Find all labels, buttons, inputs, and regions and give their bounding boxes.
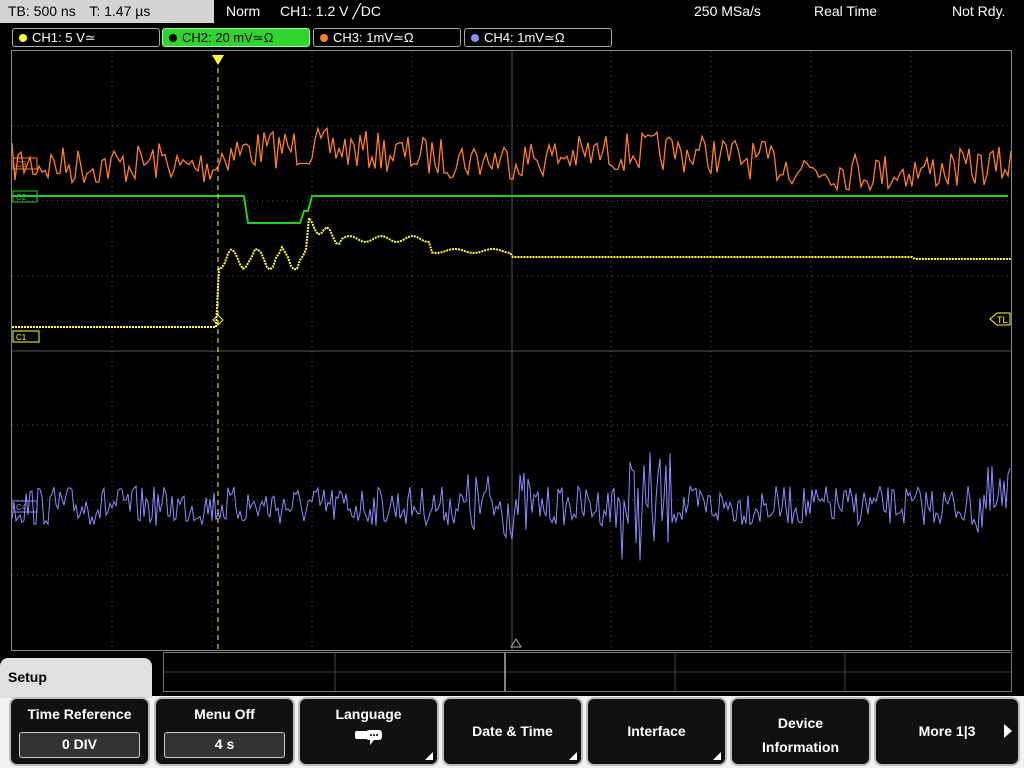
trigger-setting[interactable]: CH1: 1.2 V ╱DC [280, 0, 381, 23]
channel-3-marker-label: C3 [16, 160, 27, 169]
channel-4-dot-icon [471, 34, 479, 42]
device-information-label: Device Information [762, 715, 839, 755]
trigger-time: T: 1.47 µs [89, 3, 151, 19]
more-label: More 1|3 [918, 723, 976, 739]
status-bar: TB: 500 ns T: 1.47 µs Norm CH1: 1.2 V ╱D… [0, 0, 1024, 25]
date-time-softkey[interactable]: Date & Time [442, 697, 583, 766]
language-label: Language [335, 706, 402, 722]
time-reference-softkey[interactable]: Time Reference 0 DIV [9, 697, 150, 766]
timebase: TB: 500 ns [8, 3, 76, 19]
menu-title: Setup [0, 658, 152, 698]
time-reference-label: Time Reference [27, 706, 132, 722]
trigger-position-icon[interactable] [212, 55, 224, 65]
channel-3-dot-icon [320, 34, 328, 42]
overview-strip [163, 652, 1012, 692]
submenu-corner-icon [713, 752, 721, 760]
language-softkey[interactable]: Language [298, 697, 439, 766]
channel-1-tab[interactable]: CH1: 5 V≃ [12, 28, 160, 47]
channel-2-marker-label: C2 [16, 193, 27, 202]
channel-4-waveform [12, 452, 1011, 561]
trigger-level-marker[interactable]: TL [989, 312, 1011, 326]
device-information-softkey[interactable]: Device Information [730, 697, 871, 766]
date-time-label: Date & Time [472, 723, 553, 739]
time-reference-value: 0 DIV [19, 732, 140, 758]
channel-1-label: CH1: 5 V≃ [32, 30, 96, 45]
channel-1-marker-label: C1 [16, 333, 27, 342]
submenu-corner-icon [425, 752, 433, 760]
submenu-corner-icon [569, 752, 577, 760]
timebase-box[interactable]: TB: 500 ns T: 1.47 µs [0, 0, 214, 23]
channel-4-marker-label: C4 [16, 503, 27, 512]
waveform-display[interactable]: C3 C2 C1 C4 TL [11, 50, 1012, 651]
channel-3-tab[interactable]: CH3: 1mV≃Ω [313, 28, 461, 47]
grid [12, 51, 1011, 650]
interface-label: Interface [627, 723, 686, 739]
menu-off-softkey[interactable]: Menu Off 4 s [154, 697, 295, 766]
sample-rate: 250 MSa/s [694, 3, 761, 19]
channel-2-waveform [12, 195, 1008, 224]
interface-softkey[interactable]: Interface [586, 697, 727, 766]
channel-4-tab[interactable]: CH4: 1mV≃Ω [464, 28, 612, 47]
menu-off-label: Menu Off [194, 706, 255, 722]
channel-1-marker[interactable]: C1 [12, 330, 40, 343]
trigger-level-label: TL [997, 315, 1008, 325]
channel-2-label: CH2: 20 mV≃Ω [182, 30, 274, 45]
acquisition-mode: Real Time [814, 3, 878, 19]
channel-2-tab[interactable]: CH2: 20 mV≃Ω [162, 28, 310, 47]
channel-bar: CH1: 5 V≃ CH2: 20 mV≃Ω CH3: 1mV≃Ω CH4: 1… [0, 25, 1024, 49]
waveform-canvas: C3 C2 C1 C4 TL [12, 51, 1011, 650]
channel-1-dot-icon [19, 34, 27, 42]
channel-3-marker[interactable]: C3 [12, 157, 38, 170]
acquisition-state: Not Rdy. [952, 3, 1006, 19]
speech-bubble-icon [354, 728, 384, 751]
channel-3-label: CH3: 1mV≃Ω [333, 30, 414, 45]
arrow-right-icon [1004, 724, 1012, 738]
more-softkey[interactable]: More 1|3 [874, 697, 1020, 766]
channel-4-label: CH4: 1mV≃Ω [484, 30, 565, 45]
menu-off-value: 4 s [164, 732, 285, 758]
channel-2-dot-icon [169, 34, 177, 42]
trigger-mode[interactable]: Norm [226, 0, 260, 23]
